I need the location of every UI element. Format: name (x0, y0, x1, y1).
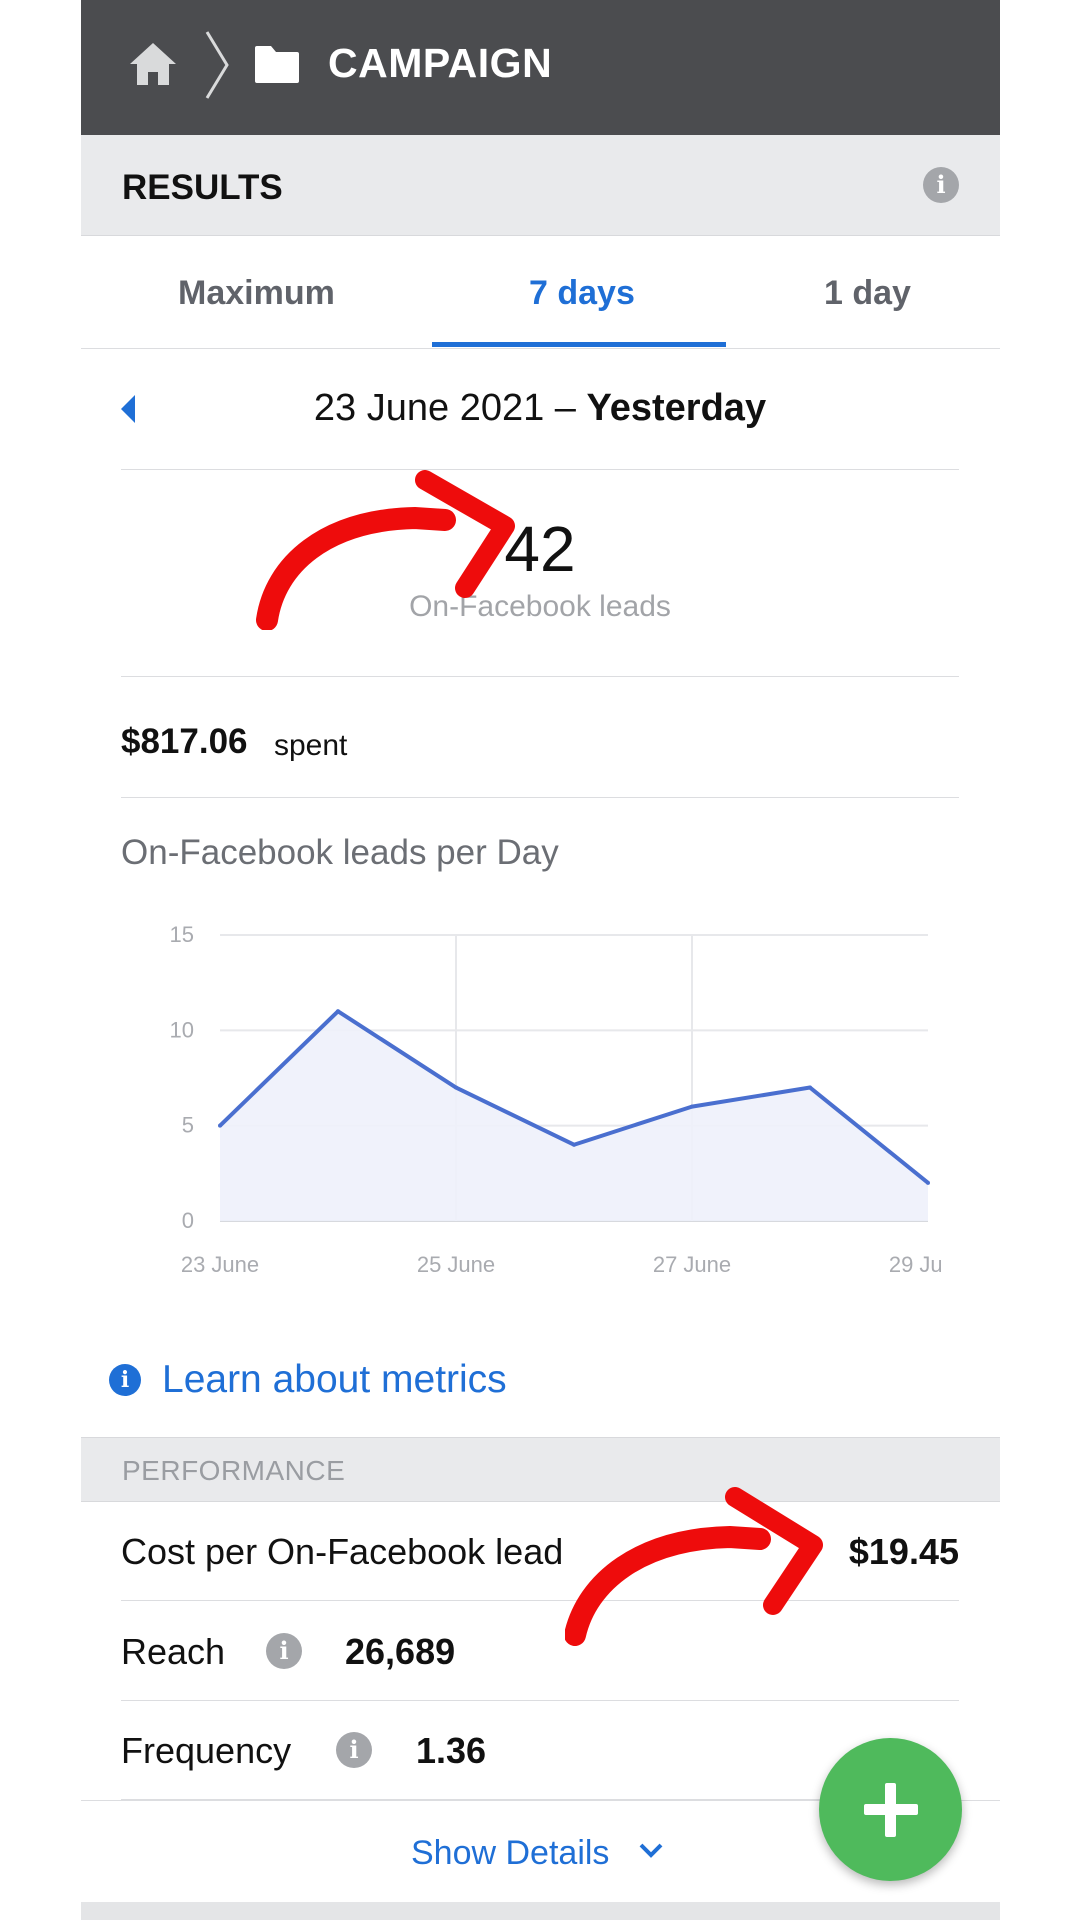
x-tick-label: 25 June (417, 1252, 495, 1277)
tab-maximum[interactable]: Maximum (178, 274, 335, 313)
frequency-label: Frequency (121, 1730, 292, 1771)
info-icon: i (109, 1364, 141, 1396)
plus-icon-vertical (885, 1783, 896, 1837)
y-tick-label: 10 (170, 1017, 194, 1042)
date-end: Yesterday (586, 387, 767, 429)
primary-metric: 42 On-Facebook leads (121, 470, 959, 677)
date-start: 23 June 2021 – (313, 387, 587, 429)
cost-per-lead-label: Cost per On-Facebook lead (121, 1531, 564, 1572)
x-tick-label: 29 June (889, 1252, 941, 1277)
results-label: RESULTS (122, 168, 283, 207)
leads-count: 42 (504, 513, 576, 585)
active-tab-indicator (432, 342, 726, 347)
performance-label: PERFORMANCE (122, 1455, 346, 1486)
info-icon[interactable]: i (336, 1732, 372, 1768)
info-icon[interactable]: i (266, 1633, 302, 1669)
data-point (690, 1104, 694, 1109)
date-range-tabs: Maximum 7 days 1 day (81, 236, 1000, 349)
frequency-value: 1.36 (416, 1730, 487, 1771)
leads-label: On-Facebook leads (409, 590, 671, 623)
reach-row: Reach i 26,689 (121, 1601, 959, 1701)
y-tick-label: 15 (170, 922, 194, 947)
home-icon[interactable] (127, 40, 179, 88)
date-range-text: 23 June 2021 – Yesterday (121, 387, 959, 430)
top-bar: CAMPAIGN (81, 0, 1000, 135)
performance-header: PERFORMANCE (81, 1437, 1000, 1502)
info-icon[interactable]: i (923, 167, 959, 203)
data-point (808, 1085, 812, 1090)
show-details-label: Show Details (411, 1834, 610, 1872)
add-button[interactable] (819, 1738, 962, 1881)
x-tick-label: 23 June (181, 1252, 259, 1277)
data-point (926, 1180, 930, 1185)
spent-label: spent (274, 729, 348, 762)
data-point (572, 1142, 576, 1147)
reach-value: 26,689 (345, 1631, 456, 1672)
data-point (454, 1085, 458, 1090)
breadcrumb-separator-icon (205, 31, 229, 99)
series-area (220, 1011, 928, 1221)
annotation-arrow-icon (565, 1487, 823, 1646)
results-header: RESULTS i (81, 135, 1000, 236)
date-range-row: 23 June 2021 – Yesterday (121, 349, 959, 470)
cost-per-lead-value: $19.45 (848, 1531, 959, 1572)
x-tick-label: 27 June (653, 1252, 731, 1277)
tab-7-days[interactable]: 7 days (529, 274, 635, 313)
tab-1-day[interactable]: 1 day (824, 274, 911, 313)
cost-per-lead-row: Cost per On-Facebook lead $19.45 (121, 1501, 959, 1601)
y-tick-label: 5 (182, 1113, 194, 1138)
leads-per-day-chart: 0 5 10 15 23 June 25 June 27 June 29 June (170, 922, 941, 1277)
campaign-panel: CAMPAIGN RESULTS i Maximum 7 days 1 day … (81, 0, 1000, 1920)
y-tick-label: 0 (182, 1208, 194, 1233)
folder-icon[interactable] (253, 44, 301, 84)
page-title: CAMPAIGN (328, 40, 553, 86)
spent-amount: $817.06 (121, 722, 248, 761)
amount-spent-row: $817.06 spent (121, 677, 959, 798)
bottom-section-edge (81, 1902, 1000, 1920)
data-point (218, 1123, 222, 1128)
chart-title: On-Facebook leads per Day (121, 833, 559, 872)
learn-about-metrics-label: Learn about metrics (162, 1358, 507, 1401)
chevron-down-icon (639, 1843, 663, 1858)
data-point (336, 1009, 340, 1014)
reach-label: Reach (121, 1631, 226, 1672)
annotation-arrow-icon (256, 470, 515, 630)
